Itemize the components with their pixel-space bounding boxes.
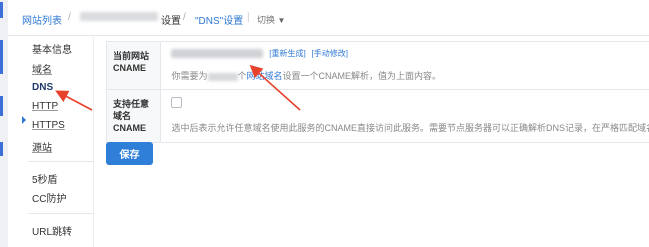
annotation-overlay <box>55 64 301 111</box>
annotation-arrow-cname <box>249 64 301 111</box>
annotation-arrow-dns <box>55 90 93 111</box>
